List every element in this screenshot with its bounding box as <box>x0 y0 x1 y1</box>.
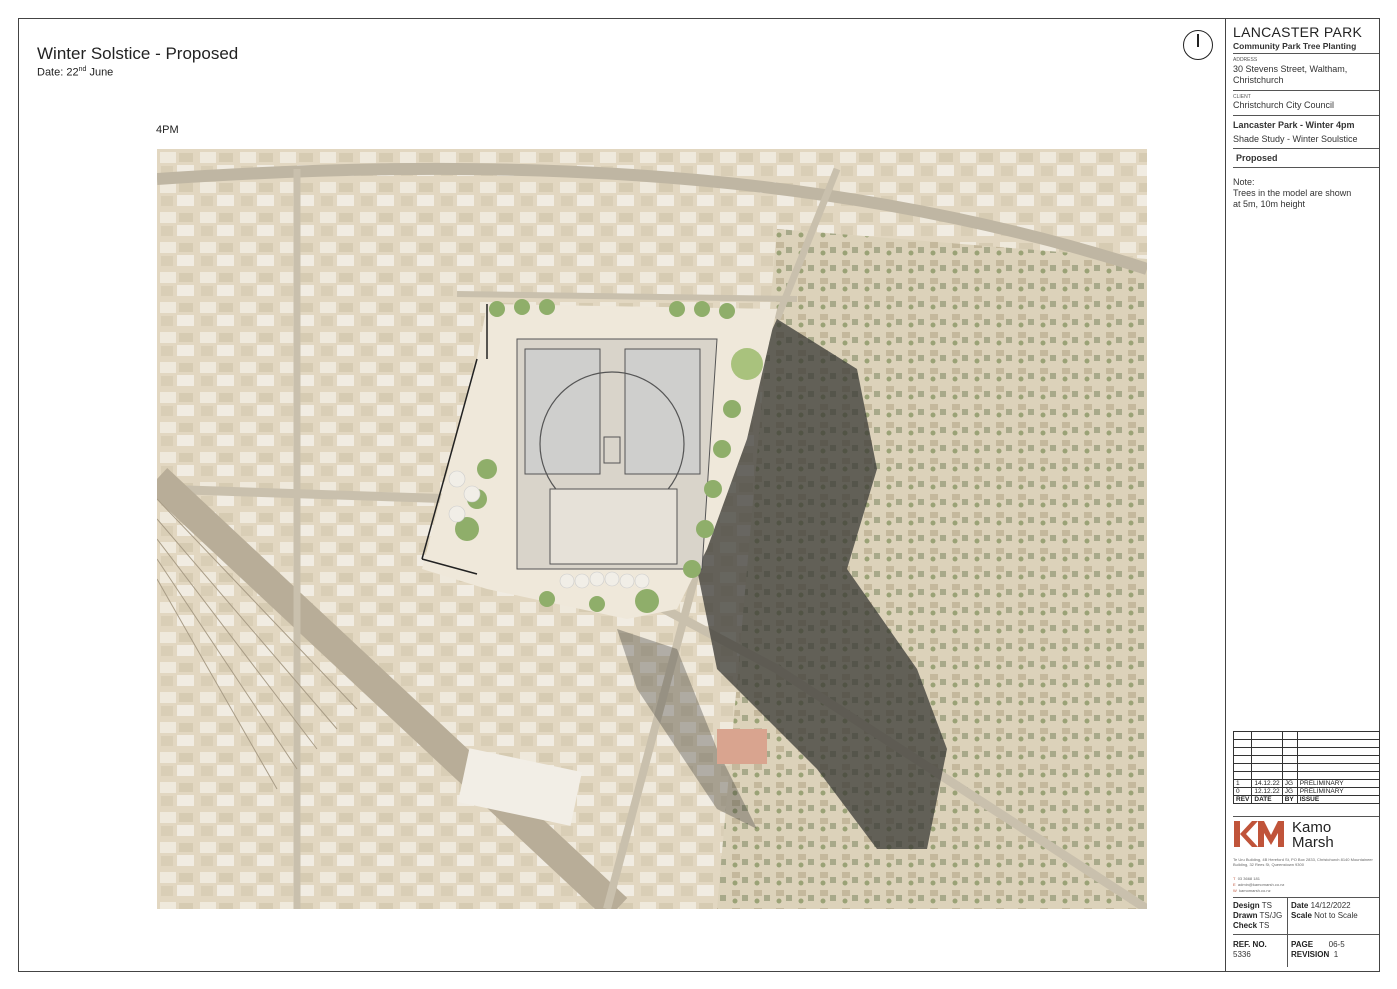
address-line1: 30 Stevens Street, Waltham, <box>1233 64 1348 74</box>
aerial-site-plan-image <box>157 149 1147 909</box>
date-scale-info: Date 14/12/2022 Scale Not to Scale <box>1291 901 1358 921</box>
drawn-value: TS/JG <box>1259 911 1283 920</box>
divider-vertical <box>1287 897 1288 967</box>
rev-cell: 0 <box>1232 787 1253 796</box>
date-cell: 14.12.22 <box>1251 779 1283 788</box>
date-cell: 12.12.22 <box>1251 787 1283 796</box>
table-row: 0 12.12.22 JG PRELIMINARY <box>1232 787 1381 796</box>
date-header: DATE <box>1251 795 1283 804</box>
by-cell: JG <box>1281 779 1298 788</box>
date-value: 14/12/2022 <box>1310 901 1351 910</box>
time-label: 4PM <box>156 124 179 136</box>
phone-key: T <box>1233 876 1236 881</box>
ref-value: 5336 <box>1233 950 1251 959</box>
firm-phone: 03 3668 181 <box>1237 876 1260 881</box>
project-subtitle: Community Park Tree Planting <box>1233 41 1357 51</box>
table-row <box>1232 763 1381 772</box>
note-line1: Trees in the model are shown <box>1233 188 1352 198</box>
ref-info: REF. NO. 5336 <box>1233 940 1267 960</box>
firm-web: kamomarsh.co.nz <box>1239 888 1271 893</box>
revision-label: REVISION <box>1291 950 1330 959</box>
north-arrow-icon <box>1183 30 1213 60</box>
table-header-row: REV DATE BY ISSUE <box>1232 795 1381 804</box>
design-value: TS <box>1261 901 1272 910</box>
rev-cell: 1 <box>1232 779 1253 788</box>
firm-name-line2: Marsh <box>1292 834 1334 851</box>
by-header: BY <box>1281 795 1298 804</box>
kamo-marsh-logo-icon <box>1234 821 1284 847</box>
date-label: Date <box>1291 901 1309 910</box>
address-line2: Christchurch <box>1233 75 1284 85</box>
check-value: TS <box>1259 921 1270 930</box>
divider <box>1233 53 1379 54</box>
note-title: Note: <box>1233 177 1255 187</box>
scale-value: Not to Scale <box>1314 911 1358 920</box>
rev-header: REV <box>1232 795 1253 804</box>
revision-value: 1 <box>1333 950 1339 959</box>
design-info: Design TS Drawn TS/JG Check TS <box>1233 901 1282 931</box>
table-row: 1 14.12.22 JG PRELIMINARY <box>1232 779 1381 788</box>
client-name: Christchurch City Council <box>1233 100 1335 110</box>
web-key: W <box>1233 888 1237 893</box>
revision-table: 1 14.12.22 JG PRELIMINARY 0 12.12.22 JG … <box>1232 731 1381 804</box>
table-row <box>1232 755 1381 764</box>
firm-contact: T 03 3668 181 E admin@kamomarsh.co.nz W … <box>1233 876 1284 894</box>
check-label: Check <box>1233 921 1258 930</box>
firm-name-line1: Kamo <box>1292 819 1332 836</box>
firm-name: Kamo Marsh <box>1292 820 1334 850</box>
date-month: June <box>86 66 114 79</box>
drawing-title: Lancaster Park - Winter 4pm <box>1233 120 1355 130</box>
drawn-label: Drawn <box>1233 911 1258 920</box>
divider <box>1233 115 1379 116</box>
page-value: 06-5 <box>1328 940 1345 949</box>
issue-cell: PRELIMINARY <box>1296 787 1381 796</box>
divider <box>1233 897 1379 898</box>
aerial-map-svg <box>157 149 1147 909</box>
issue-cell: PRELIMINARY <box>1296 779 1381 788</box>
firm-address: Te Uru Building, 4B Hereford St, PO Box … <box>1233 857 1373 867</box>
address-label: ADDRESS <box>1233 57 1258 63</box>
project-name: LANCASTER PARK <box>1233 24 1363 40</box>
status: Proposed <box>1236 153 1278 163</box>
table-row <box>1232 771 1381 780</box>
ref-label: REF. NO. <box>1233 940 1267 949</box>
table-row <box>1232 739 1381 748</box>
divider <box>1233 90 1379 91</box>
drawing-subtitle: Shade Study - Winter Soulstice <box>1233 134 1358 144</box>
divider <box>1233 934 1379 935</box>
sheet-title: Winter Solstice - Proposed <box>37 44 239 63</box>
date-prefix: Date: 22 <box>37 66 79 79</box>
sheet-date: Date: 22nd June <box>37 66 113 79</box>
table-row <box>1232 747 1381 756</box>
scale-label: Scale <box>1291 911 1312 920</box>
firm-email: admin@kamomarsh.co.nz <box>1237 882 1285 887</box>
issue-header: ISSUE <box>1296 795 1381 804</box>
divider <box>1233 167 1379 168</box>
design-label: Design <box>1233 901 1260 910</box>
table-row <box>1232 731 1381 740</box>
note-line2: at 5m, 10m height <box>1233 199 1306 209</box>
divider <box>1233 148 1379 149</box>
by-cell: JG <box>1281 787 1298 796</box>
divider <box>1233 816 1379 817</box>
page-label: PAGE <box>1291 940 1314 949</box>
email-key: E <box>1233 882 1236 887</box>
page-info: PAGE 06-5 REVISION 1 <box>1291 940 1345 960</box>
